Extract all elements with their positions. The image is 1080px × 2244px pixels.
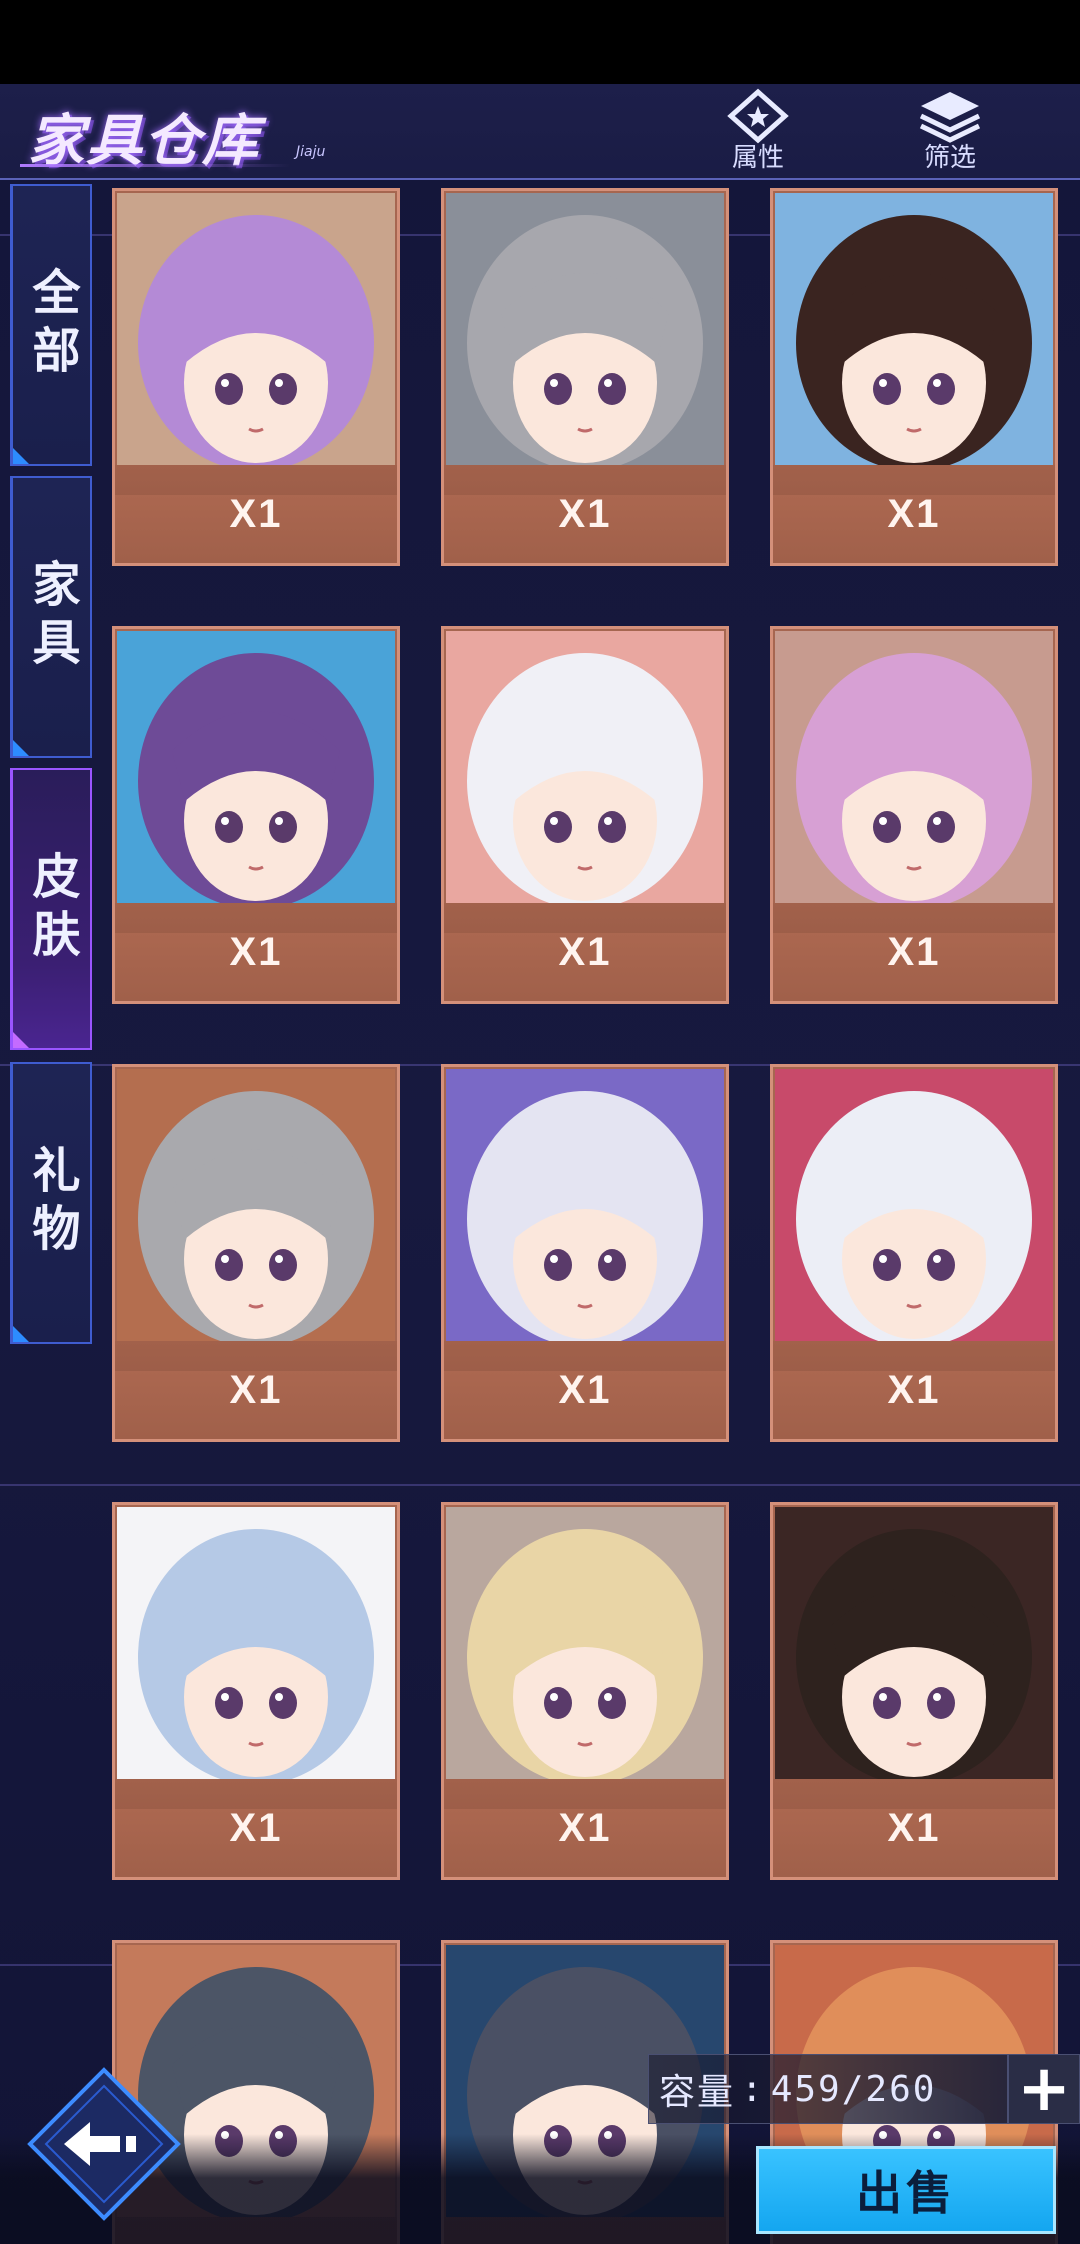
tab-corner bbox=[13, 448, 29, 464]
item-card[interactable]: X1 bbox=[770, 188, 1058, 566]
tab-gifts[interactable]: 礼物 bbox=[10, 1062, 92, 1344]
capacity-separator: : bbox=[741, 2068, 765, 2110]
status-bar bbox=[0, 0, 1080, 84]
capacity-display: 容量 : 459/260 bbox=[648, 2054, 1008, 2124]
item-count: X1 bbox=[773, 1341, 1055, 1439]
skin-portrait bbox=[446, 1069, 724, 1341]
item-card[interactable]: X1 bbox=[770, 626, 1058, 1004]
item-card[interactable]: X1 bbox=[112, 626, 400, 1004]
skin-portrait bbox=[775, 193, 1053, 465]
item-card[interactable]: X1 bbox=[441, 188, 729, 566]
back-arrow-icon bbox=[27, 2067, 181, 2221]
item-card[interactable]: X1 bbox=[441, 626, 729, 1004]
item-count: X1 bbox=[444, 903, 726, 1001]
attributes-label: 属性 bbox=[731, 143, 784, 173]
item-count: X1 bbox=[115, 1341, 397, 1439]
item-card[interactable]: X1 bbox=[112, 1064, 400, 1442]
page-title: 家具仓库 bbox=[28, 109, 260, 174]
diamond-star-icon bbox=[723, 88, 793, 144]
item-count: X1 bbox=[444, 1779, 726, 1877]
skin-portrait bbox=[775, 1507, 1053, 1779]
skin-portrait bbox=[775, 1069, 1053, 1341]
item-count: X1 bbox=[773, 903, 1055, 1001]
item-card[interactable]: X1 bbox=[770, 1064, 1058, 1442]
tab-skins[interactable]: 皮肤 bbox=[10, 768, 92, 1050]
tab-corner bbox=[13, 1326, 29, 1342]
item-count: X1 bbox=[773, 1779, 1055, 1877]
skin-portrait bbox=[446, 193, 724, 465]
tab-furniture[interactable]: 家具 bbox=[10, 476, 92, 758]
skin-portrait bbox=[775, 631, 1053, 903]
tab-furniture-label: 家具 bbox=[23, 559, 80, 675]
capacity-label: 容量 bbox=[659, 2072, 736, 2113]
plus-icon: + bbox=[1017, 2052, 1071, 2126]
header-bar: 家具仓库 Jiaju 属性 筛选 bbox=[0, 84, 1080, 180]
tab-all[interactable]: 全部 bbox=[10, 184, 92, 466]
tab-corner bbox=[13, 740, 29, 756]
decor-line bbox=[0, 1484, 1080, 1486]
skin-portrait bbox=[446, 1507, 724, 1779]
skin-portrait bbox=[446, 631, 724, 903]
item-count: X1 bbox=[115, 903, 397, 1001]
skin-portrait bbox=[117, 631, 395, 903]
item-count: X1 bbox=[115, 1779, 397, 1877]
capacity-value: 459/260 bbox=[770, 2068, 937, 2110]
filter-button[interactable]: 筛选 bbox=[890, 88, 1010, 176]
tab-corner bbox=[13, 1032, 29, 1048]
page-subtitle: Jiaju bbox=[296, 144, 326, 160]
item-card[interactable]: X1 bbox=[112, 1502, 400, 1880]
tab-all-label: 全部 bbox=[23, 267, 80, 383]
back-button[interactable] bbox=[24, 2064, 184, 2224]
item-card[interactable]: X1 bbox=[770, 1502, 1058, 1880]
item-card[interactable]: X1 bbox=[112, 188, 400, 566]
title-underline bbox=[20, 164, 290, 167]
item-card[interactable]: X1 bbox=[441, 1502, 729, 1880]
skin-portrait bbox=[117, 1069, 395, 1341]
add-capacity-button[interactable]: + bbox=[1008, 2054, 1080, 2124]
skin-portrait bbox=[117, 193, 395, 465]
layers-icon bbox=[915, 88, 985, 144]
item-count: X1 bbox=[115, 465, 397, 563]
tab-gifts-label: 礼物 bbox=[23, 1145, 80, 1261]
tab-skins-label: 皮肤 bbox=[23, 851, 80, 967]
sell-button[interactable]: 出售 bbox=[756, 2146, 1056, 2234]
attributes-button[interactable]: 属性 bbox=[698, 88, 818, 176]
item-card[interactable]: X1 bbox=[441, 1064, 729, 1442]
warehouse-screen: 家具仓库 Jiaju 属性 筛选 全部 家具 皮肤 礼物 X1 X1 X1 X1… bbox=[0, 84, 1080, 2244]
item-count: X1 bbox=[773, 465, 1055, 563]
item-count: X1 bbox=[444, 465, 726, 563]
skin-portrait bbox=[117, 1507, 395, 1779]
item-count: X1 bbox=[444, 1341, 726, 1439]
filter-label: 筛选 bbox=[923, 143, 976, 173]
